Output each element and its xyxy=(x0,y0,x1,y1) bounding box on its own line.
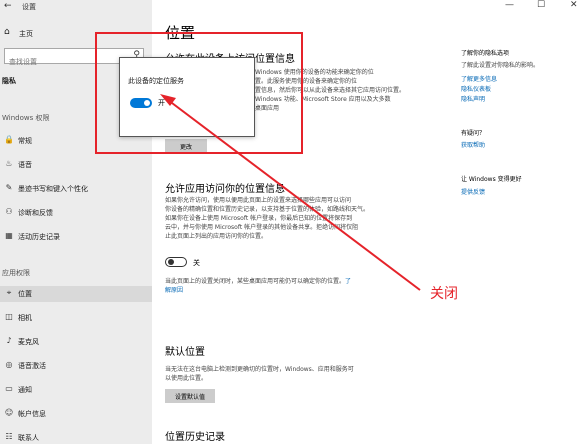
learn-why-link-part2[interactable]: 解原因 xyxy=(165,287,183,294)
maximize-icon[interactable]: ☐ xyxy=(537,0,545,10)
ink-icon: ✎ xyxy=(5,183,13,192)
location-icon: ⌖ xyxy=(6,288,12,297)
sidebar-item-label: 联系人 xyxy=(18,434,39,442)
window-title-bar: ← 设置 xyxy=(0,0,152,14)
sidebar-item-contacts[interactable]: ☷ 联系人 xyxy=(0,430,152,444)
sidebar-item-label: 墨迹书写和键入个性化 xyxy=(18,185,88,193)
sidebar-item-label: 活动历史记录 xyxy=(18,233,60,241)
lock-icon: 🔒 xyxy=(4,135,14,144)
sidebar-item-voice-activation[interactable]: ◎ 语音激活 xyxy=(0,358,152,374)
app-location-toggle-state: 关 xyxy=(193,259,200,267)
minimize-icon[interactable]: — xyxy=(505,0,514,10)
question-heading: 有疑问？ xyxy=(461,130,486,137)
right-column: — ☐ ✕ 了解你的隐私选项 了解此设置对你隐私的影响。 了解更多信息 隐私仪表… xyxy=(461,0,588,444)
sidebar-item-inking[interactable]: ✎ 墨迹书写和键入个性化 xyxy=(0,181,152,197)
sidebar-item-label: 语音 xyxy=(18,161,32,169)
sidebar-item-label: 常规 xyxy=(18,137,32,145)
sidebar-item-speech[interactable]: ♨ 语音 xyxy=(0,157,152,173)
highlight-box xyxy=(95,32,303,154)
section-windows-permissions: Windows 权限 xyxy=(2,114,50,122)
home-label: 主页 xyxy=(19,30,33,38)
notification-icon: ▭ xyxy=(5,384,13,393)
learn-more-link[interactable]: 了解更多信息 xyxy=(461,74,497,83)
toggle-knob xyxy=(168,259,174,265)
sidebar-item-account-info[interactable]: ☺ 帐户信息 xyxy=(0,406,152,422)
camera-icon: ◫ xyxy=(5,312,13,321)
history-icon: ▦ xyxy=(5,231,13,240)
speech-icon: ♨ xyxy=(5,159,13,168)
sidebar-item-label: 麦克风 xyxy=(18,338,39,346)
give-feedback-link[interactable]: 提供反馈 xyxy=(461,187,485,196)
improve-windows-heading: 让 Windows 变得更好 xyxy=(461,176,522,183)
voice-activation-icon: ◎ xyxy=(5,360,13,369)
section-app-permissions: 应用权限 xyxy=(2,269,30,277)
section-app-access-description: 如果你允许访问，使用以便用此页面上的设置来选择哪些应用可以访问 你设备的精确位置… xyxy=(165,197,370,240)
account-icon: ☺ xyxy=(4,408,14,417)
default-location-description: 当无法在这台电脑上检测到更确切的位置时，Windows、应用和服务可 以使用此位… xyxy=(165,366,354,382)
sidebar-item-location[interactable]: ⌖ 位置 xyxy=(0,286,152,302)
close-icon[interactable]: ✕ xyxy=(570,0,578,10)
privacy-options-subtext: 了解此设置对你隐私的影响。 xyxy=(461,62,540,69)
sidebar-item-microphone[interactable]: ♪ 麦克风 xyxy=(0,334,152,350)
sidebar-item-notifications[interactable]: ▭ 通知 xyxy=(0,382,152,398)
sidebar-item-diagnostics[interactable]: ⚇ 诊断和反馈 xyxy=(0,205,152,221)
default-location-heading: 默认位置 xyxy=(165,347,205,358)
diagnostics-icon: ⚇ xyxy=(5,207,13,216)
microphone-icon: ♪ xyxy=(6,336,12,345)
get-help-link[interactable]: 获取帮助 xyxy=(461,140,485,149)
privacy-dashboard-link[interactable]: 隐私仪表板 xyxy=(461,84,491,93)
sidebar-item-activity-history[interactable]: ▦ 活动历史记录 xyxy=(0,229,152,245)
app-location-toggle[interactable] xyxy=(165,257,187,267)
contacts-icon: ☷ xyxy=(5,432,13,441)
sidebar-item-label: 语音激活 xyxy=(18,362,46,370)
privacy-options-heading: 了解你的隐私选项 xyxy=(461,50,510,57)
section-app-access-heading: 允许应用访问你的位置信息 xyxy=(165,184,285,195)
back-arrow-icon[interactable]: ← xyxy=(4,1,12,11)
sidebar-item-label: 通知 xyxy=(18,386,32,394)
learn-why-link-part1[interactable]: 了 xyxy=(345,278,351,285)
sidebar-item-camera[interactable]: ◫ 相机 xyxy=(0,310,152,326)
sidebar-item-label: 位置 xyxy=(18,290,32,298)
window-title: 设置 xyxy=(22,3,36,11)
sidebar-item-label: 诊断和反馈 xyxy=(18,209,53,217)
privacy-statement-link[interactable]: 隐私声明 xyxy=(461,94,485,103)
set-default-button[interactable]: 设置默认值 xyxy=(165,389,215,403)
category-title: 隐私 xyxy=(2,77,16,85)
location-history-heading: 位置历史记录 xyxy=(165,432,225,443)
sidebar-item-label: 帐户信息 xyxy=(18,410,46,418)
annotation-label: 关闭 xyxy=(430,286,458,302)
sidebar-item-label: 相机 xyxy=(18,314,32,322)
home-icon: ⌂ xyxy=(4,27,10,37)
desktop-apps-note: 当此页面上的设置关闭时，某些桌面应用可能仍可以确定你的位置。了 解原因 xyxy=(165,278,352,294)
